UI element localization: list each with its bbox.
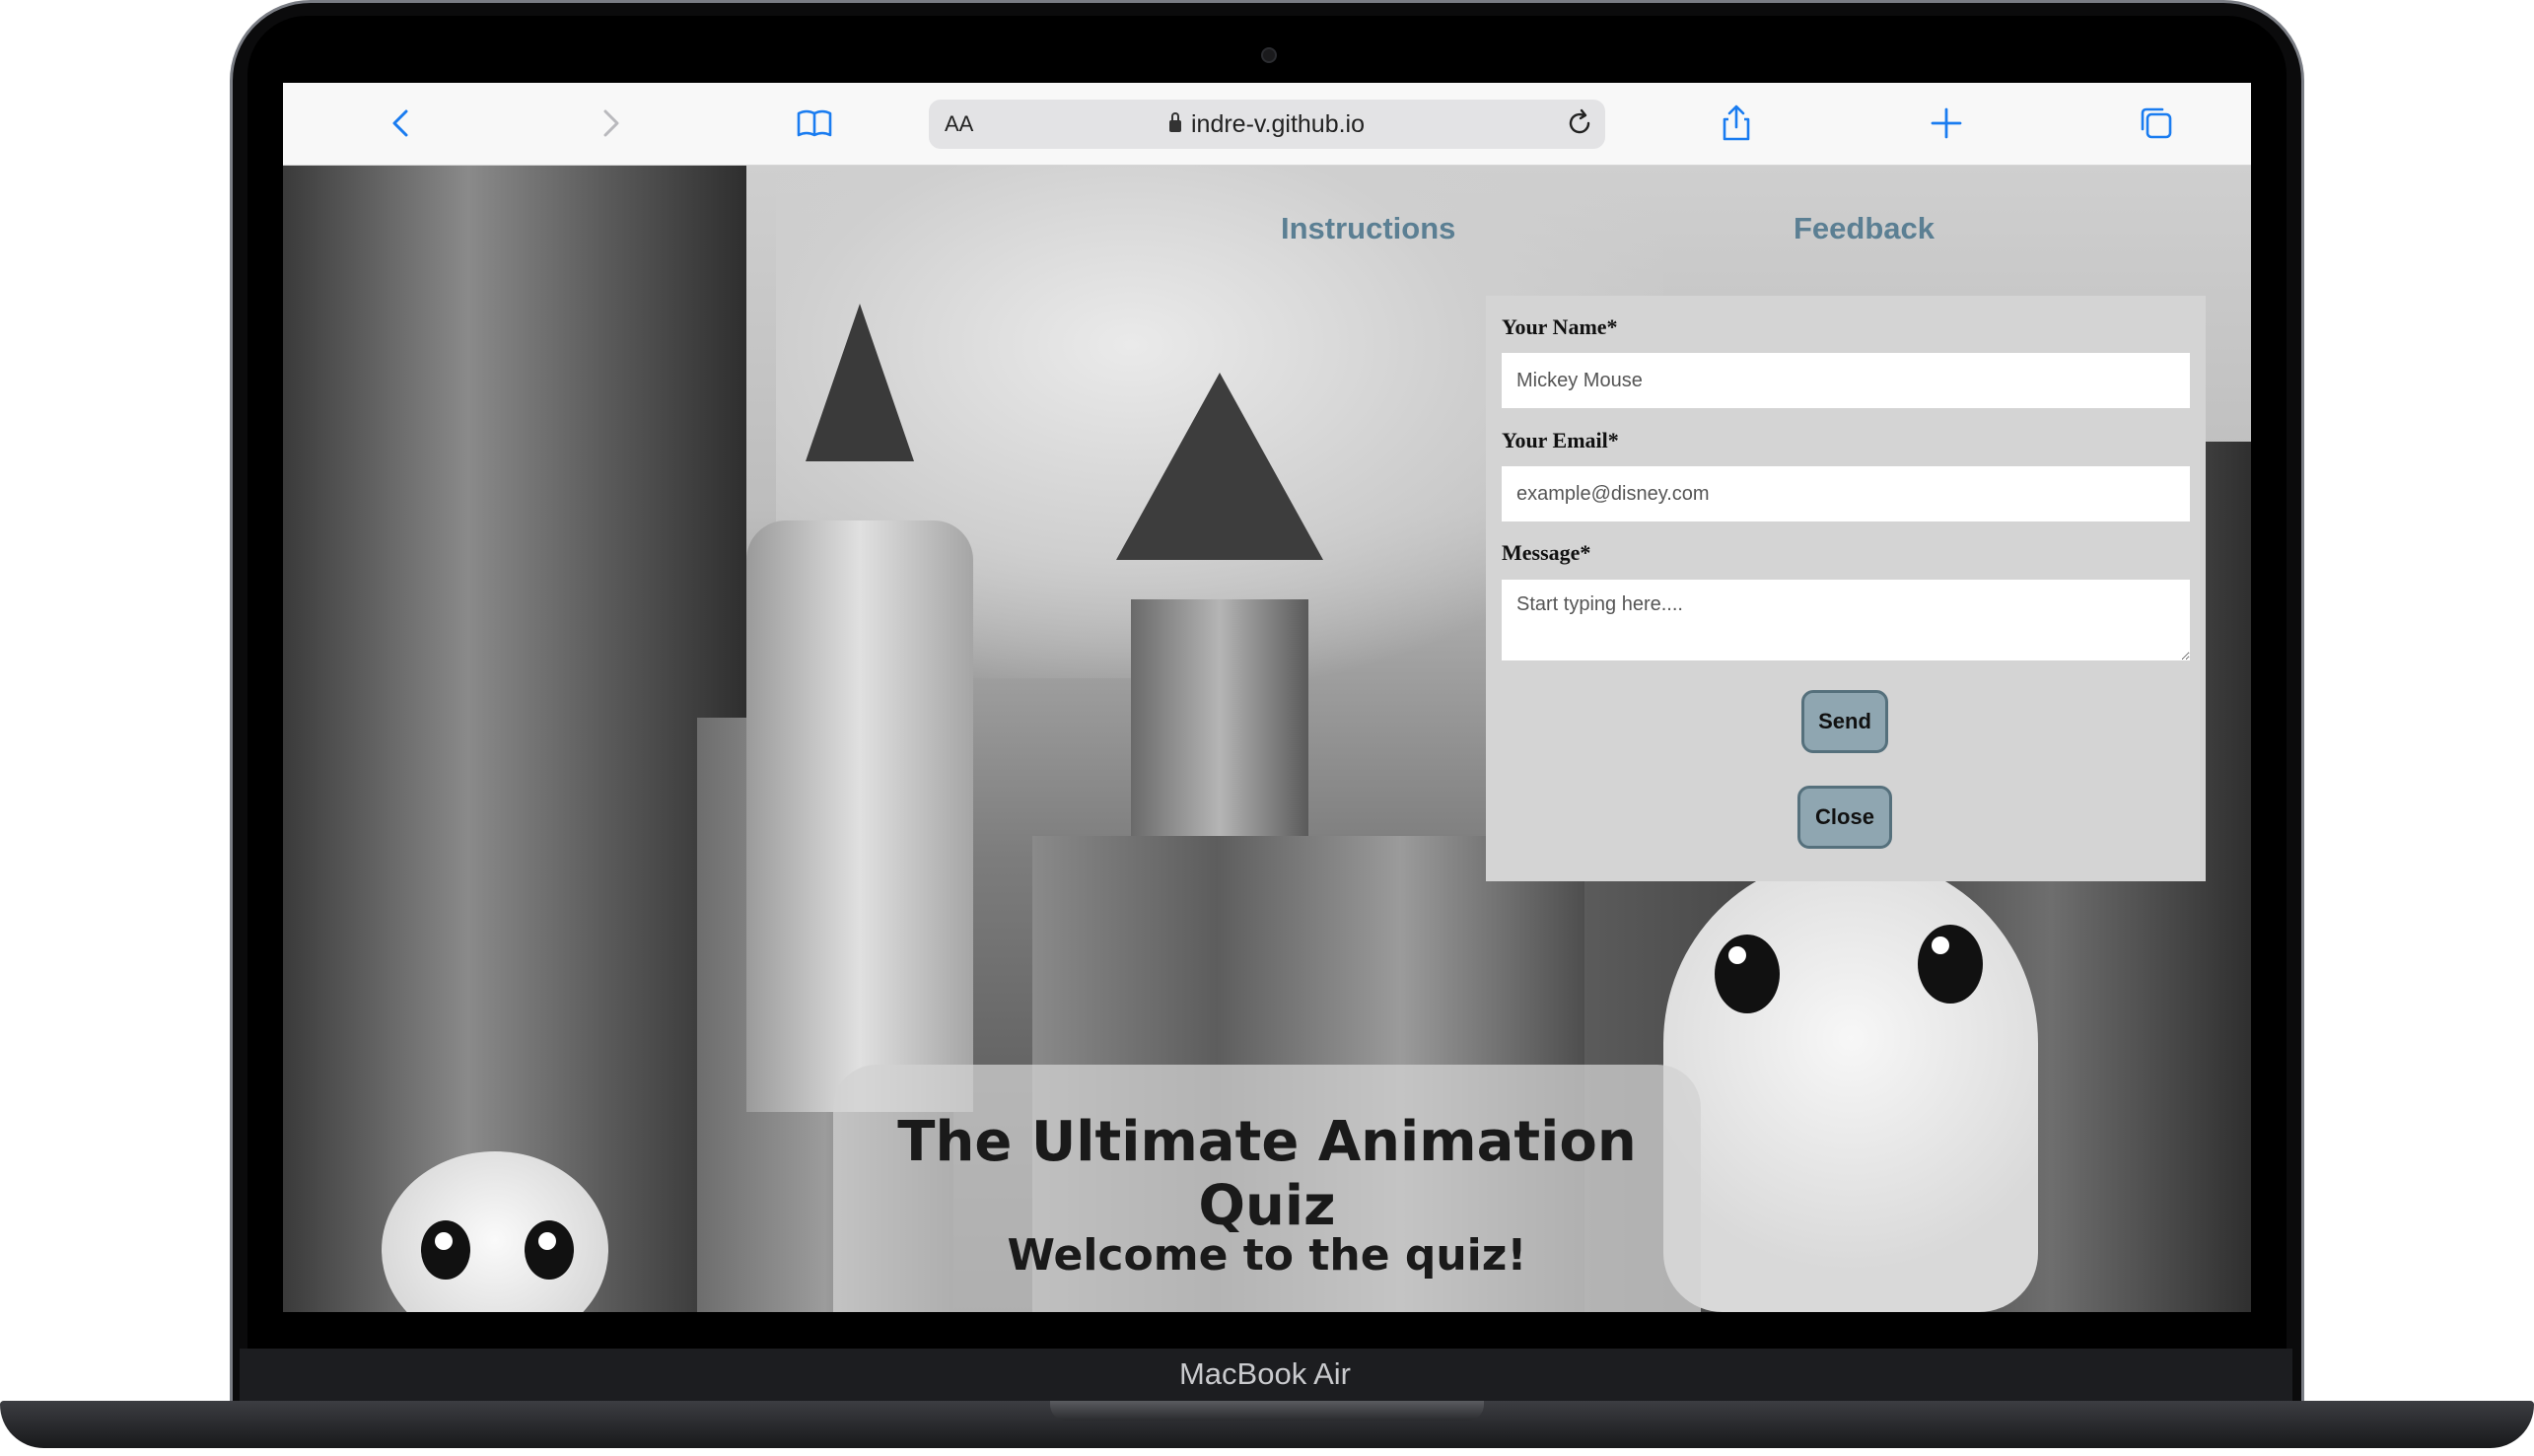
url-text: indre-v.github.io [1190,110,1366,138]
hero-card: The Ultimate Animation Quiz Welcome to t… [833,1065,1701,1312]
name-label: Your Name* [1502,314,1618,339]
cartoon-character [1663,856,2038,1312]
model-label: MacBook Air [1178,1356,1351,1391]
browser-window: AA indre-v.github.io Instructions Feedba… [283,83,2251,1312]
webcam [1261,47,1277,63]
feedback-form: Your Name* Your Email* Message* Send Clo… [1486,296,2206,881]
page-title: The Ultimate Animation Quiz [897,1110,1637,1238]
message-label: Message* [1502,540,1591,565]
back-icon[interactable] [376,97,429,150]
background-tower-roof [806,304,914,461]
welcome-subtitle: Welcome to the quiz! [1007,1230,1527,1281]
character-eye [1715,935,1780,1013]
character-eye [1918,925,1983,1004]
reload-icon[interactable] [1562,105,1597,141]
browser-toolbar: AA indre-v.github.io [283,83,2251,166]
share-icon[interactable] [1710,97,1763,150]
tabs-icon[interactable] [2130,97,2183,150]
hinge-notch [1050,1401,1484,1421]
new-tab-icon[interactable] [1920,97,1973,150]
email-input[interactable] [1502,466,2190,521]
character-eye [525,1220,574,1280]
address-bar[interactable]: AA indre-v.github.io [929,100,1605,149]
email-label: Your Email* [1502,428,1619,452]
bookmarks-icon[interactable] [788,97,841,150]
nav-link-instructions[interactable]: Instructions [1281,211,1455,246]
nav-link-feedback[interactable]: Feedback [1794,211,1935,246]
background-tower-roof [1116,373,1323,560]
close-button[interactable]: Close [1797,786,1892,849]
name-input[interactable] [1502,353,2190,408]
forward-icon[interactable] [583,97,636,150]
background-tower [746,520,973,1112]
message-textarea[interactable] [1502,580,2190,660]
web-page: Instructions Feedback Your Name* Your Em… [283,166,2251,1312]
background-building [283,166,746,1312]
lock-icon [1168,112,1181,132]
character-eye [421,1220,470,1280]
send-button[interactable]: Send [1801,690,1888,753]
